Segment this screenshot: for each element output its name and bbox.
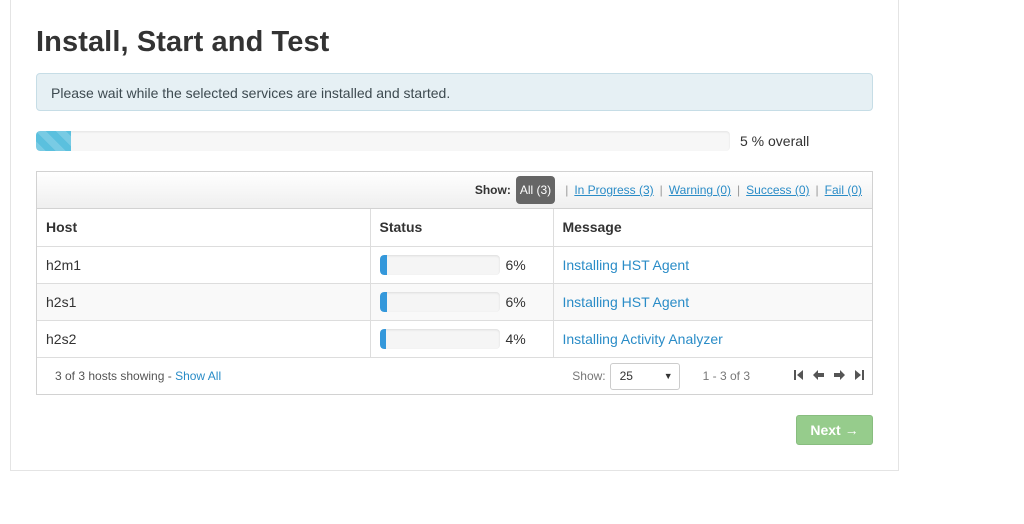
host-progress-fill [379,328,386,349]
host-progress-label: 4% [505,330,526,347]
host-cell: h2s2 [37,320,371,358]
pagination [784,369,864,383]
filter-in-progress-link[interactable]: In Progress (3) [574,183,653,197]
filter-fail-link[interactable]: Fail (0) [825,183,862,197]
overall-progress-fill [36,131,71,151]
host-progress-fill [379,254,387,275]
host-progress-fill [379,291,387,312]
overall-progress-label: 5 % overall [740,133,810,149]
message-link[interactable]: Installing HST Agent [563,257,690,273]
host-cell: h2m1 [37,246,371,284]
filter-warning-link[interactable]: Warning (0) [669,183,731,197]
per-page-value: 25 [619,369,633,383]
page-title: Install, Start and Test [36,26,330,58]
status-cell: 6% [370,246,554,284]
per-page-label: Show: [572,369,606,383]
host-count-text: 3 of 3 hosts showing - Show All [55,369,572,383]
filter-all-button[interactable]: All (3) [515,176,556,204]
show-all-link[interactable]: Show All [175,369,221,383]
table-row: h2s1 6% Installing HST Agent [37,283,872,321]
host-count-label: 3 of 3 hosts showing - [55,369,176,383]
filter-separator: | [737,183,741,197]
message-link[interactable]: Installing HST Agent [563,294,690,310]
chevron-down-icon: ▼ [663,371,673,381]
host-progress-label: 6% [505,293,526,310]
host-progress-label: 6% [505,256,526,273]
next-page-icon[interactable] [834,369,845,383]
table-footer: 3 of 3 hosts showing - Show All Show: 25… [37,358,872,395]
filter-success-link[interactable]: Success (0) [746,183,809,197]
first-page-icon[interactable] [794,369,803,383]
message-link[interactable]: Installing Activity Analyzer [563,331,723,347]
host-progress-bar [379,291,500,312]
status-cell: 6% [370,283,554,321]
filter-separator: | [659,183,663,197]
filter-separator: | [815,183,819,197]
message-cell: Installing HST Agent [553,283,872,321]
table-header-row: Host Status Message [37,209,872,247]
header-status[interactable]: Status [370,209,554,247]
hosts-table-container: Show: All (3) | In Progress (3) | Warnin… [36,171,873,395]
prev-page-icon[interactable] [813,369,824,383]
last-page-icon[interactable] [855,369,864,383]
message-cell: Installing HST Agent [553,246,872,284]
per-page-select[interactable]: 25 ▼ [609,362,680,390]
table-row: h2m1 6% Installing HST Agent [37,246,872,284]
host-progress-bar [379,254,500,275]
host-cell: h2s1 [37,283,371,321]
header-host[interactable]: Host [37,209,371,247]
overall-progress-bar [36,131,730,151]
message-cell: Installing Activity Analyzer [553,320,872,358]
status-cell: 4% [370,320,554,358]
next-button[interactable]: Next → [796,415,873,445]
filter-separator: | [565,183,569,197]
header-message[interactable]: Message [553,209,872,247]
status-filter-bar: Show: All (3) | In Progress (3) | Warnin… [37,172,872,209]
page-range-label: 1 - 3 of 3 [702,369,750,383]
table-row: h2s2 4% Installing Activity Analyzer [37,320,872,358]
hosts-table: Host Status Message h2m1 6% Installing H… [37,209,872,358]
info-alert: Please wait while the selected services … [36,73,873,111]
filter-show-label: Show: [474,183,511,197]
host-progress-bar [379,328,500,349]
